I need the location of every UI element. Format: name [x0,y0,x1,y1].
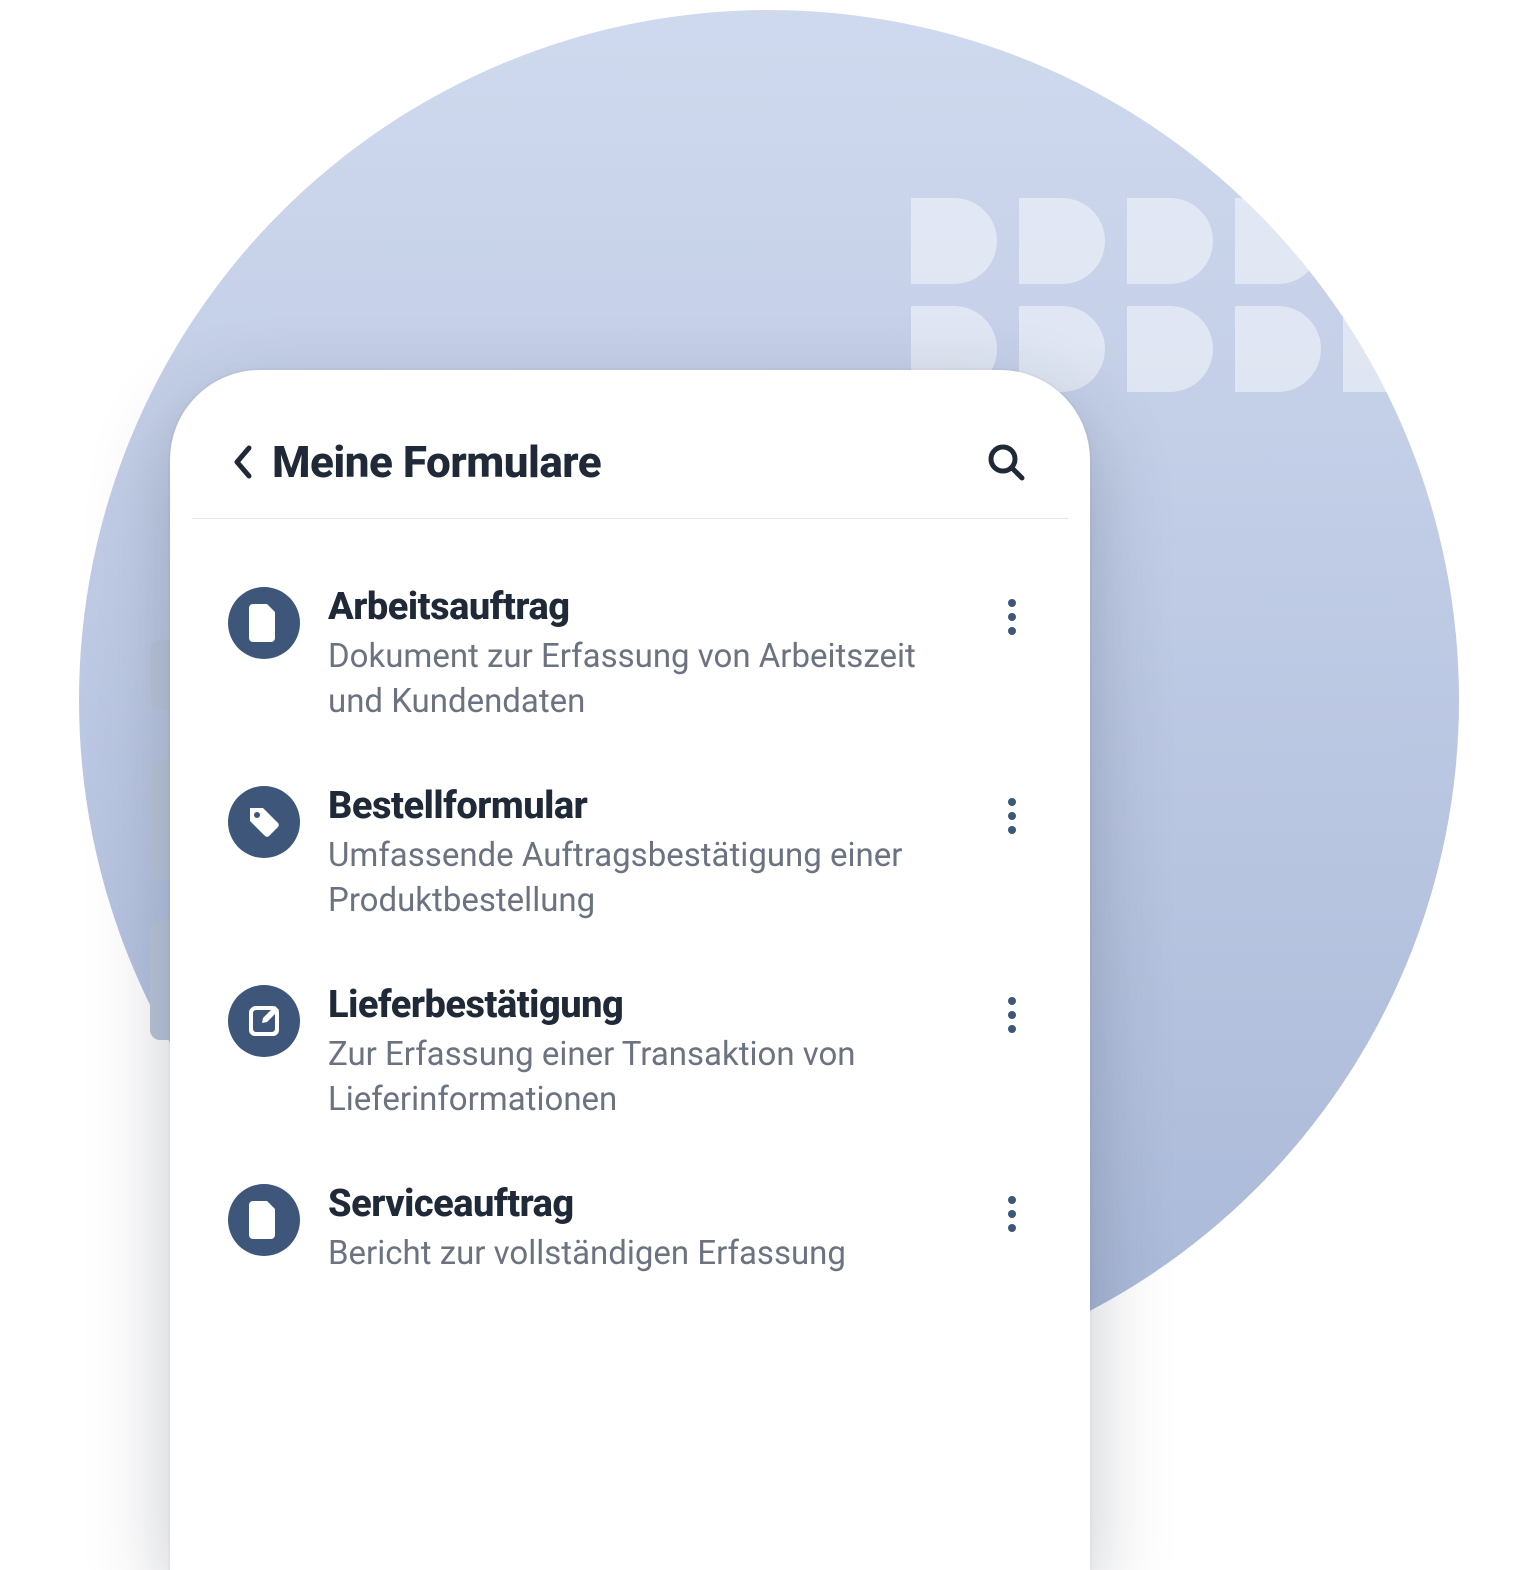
document-icon [228,1184,300,1256]
decorative-pattern [911,198,1429,392]
list-item[interactable]: Bestellformular Umfassende Auftragsbestä… [216,754,1044,953]
list-item-title: Serviceauftrag [328,1182,964,1226]
back-button[interactable] [222,442,262,482]
phone-button-nub [150,640,170,710]
page-title: Meine Formulare [272,436,601,488]
list-item[interactable]: Lieferbestätigung Zur Erfassung einer Tr… [216,953,1044,1152]
more-vertical-icon [1007,1194,1017,1234]
search-button[interactable] [982,438,1030,486]
more-button[interactable] [992,1186,1032,1242]
forms-list: Arbeitsauftrag Dokument zur Erfassung vo… [192,519,1068,1307]
more-vertical-icon [1007,597,1017,637]
app-header: Meine Formulare [192,392,1068,519]
tag-icon [228,786,300,858]
phone-button-nub [150,760,170,880]
list-item-title: Bestellformular [328,784,964,828]
more-vertical-icon [1007,995,1017,1035]
document-icon [228,587,300,659]
more-button[interactable] [992,788,1032,844]
list-item-description: Umfassende Auftragsbestätigung einer Pro… [328,834,964,923]
more-button[interactable] [992,987,1032,1043]
list-item[interactable]: Arbeitsauftrag Dokument zur Erfassung vo… [216,555,1044,754]
phone-frame: Meine Formulare Arbeitsauftrag Dokument … [170,370,1090,1570]
list-item-body: Lieferbestätigung Zur Erfassung einer Tr… [328,983,964,1122]
search-icon [986,442,1026,482]
list-item-body: Serviceauftrag Bericht zur vollständigen… [328,1182,964,1277]
more-vertical-icon [1007,796,1017,836]
list-item-description: Dokument zur Erfassung von Arbeitszeit u… [328,635,964,724]
list-item-description: Zur Erfassung einer Transaktion von Lief… [328,1033,964,1122]
list-item-body: Arbeitsauftrag Dokument zur Erfassung vo… [328,585,964,724]
list-item-title: Arbeitsauftrag [328,585,964,629]
phone-button-nub [150,920,170,1040]
edit-icon [228,985,300,1057]
list-item-body: Bestellformular Umfassende Auftragsbestä… [328,784,964,923]
list-item[interactable]: Serviceauftrag Bericht zur vollständigen… [216,1152,1044,1307]
list-item-description: Bericht zur vollständigen Erfassung [328,1232,964,1277]
more-button[interactable] [992,589,1032,645]
list-item-title: Lieferbestätigung [328,983,964,1027]
chevron-left-icon [231,444,253,480]
